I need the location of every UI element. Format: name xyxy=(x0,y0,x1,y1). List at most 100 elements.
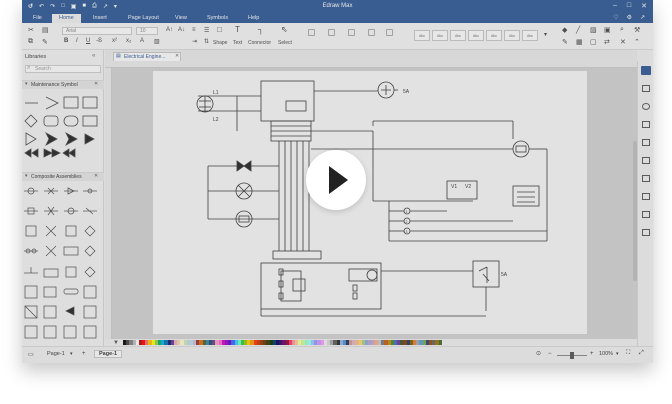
arrange-icon[interactable]: ▦ xyxy=(576,38,583,46)
canvas-area[interactable]: L1 L2 5A 5A V1 V2 1 2 3 xyxy=(105,61,637,339)
indent-icon[interactable]: ⇥ xyxy=(192,38,197,45)
section-collapse-icon[interactable]: ▾ xyxy=(25,173,28,179)
vertical-scrollbar[interactable] xyxy=(633,141,637,281)
format-painter-icon[interactable]: ✎ xyxy=(42,38,48,46)
section-collapse-icon[interactable]: ▾ xyxy=(25,81,28,87)
document-tab[interactable]: Electrical Engine... xyxy=(113,52,181,61)
highlight-icon[interactable]: ▧ xyxy=(154,38,160,45)
tab-file[interactable]: File xyxy=(26,14,49,23)
section-close-icon[interactable]: ✕ xyxy=(94,173,98,179)
history-icon[interactable] xyxy=(642,211,650,218)
style-preset-2[interactable]: Abc xyxy=(432,30,448,41)
outline-icon[interactable] xyxy=(642,193,650,200)
tab-view[interactable]: View xyxy=(168,14,194,23)
font-size-select[interactable]: 10 xyxy=(136,27,158,35)
chart-icon[interactable] xyxy=(642,157,650,164)
drawing-page[interactable]: L1 L2 5A 5A V1 V2 1 2 3 xyxy=(153,71,587,334)
lock-icon[interactable]: ▣ xyxy=(604,26,611,34)
close-icon[interactable]: ✕ xyxy=(641,2,647,10)
decrease-font-icon[interactable]: A↓ xyxy=(178,27,185,33)
select-tool-label[interactable]: Select xyxy=(278,40,292,46)
collapse-ribbon-icon[interactable]: ⌃ xyxy=(634,38,640,46)
font-color-icon[interactable]: A xyxy=(140,38,144,44)
list-icon[interactable]: ☰ xyxy=(204,27,209,34)
section-maintenance-symbol[interactable]: Maintenance Symbol xyxy=(22,80,104,89)
electrical-diagram[interactable]: L1 L2 5A 5A V1 V2 1 2 3 xyxy=(153,71,587,334)
superscript-icon[interactable]: x² xyxy=(112,38,117,44)
subscript-icon[interactable]: x₂ xyxy=(126,38,131,44)
italic-icon[interactable]: I xyxy=(76,38,78,44)
tab-symbols[interactable]: Symbols xyxy=(200,14,235,23)
tab-insert[interactable]: Insert xyxy=(86,14,114,23)
page-selector[interactable]: Page-1 xyxy=(47,351,65,357)
fullscreen-icon[interactable]: ⛶ xyxy=(626,350,630,357)
copy-icon[interactable]: ⧉ xyxy=(28,38,33,46)
minimize-icon[interactable]: – xyxy=(613,2,617,10)
align-icon[interactable]: ≡ xyxy=(192,27,196,33)
position-icon[interactable] xyxy=(308,29,315,36)
zoom-out-icon[interactable]: − xyxy=(548,351,552,357)
crossing-icon[interactable]: ✕ xyxy=(620,38,626,46)
replace-icon[interactable]: ⇄ xyxy=(604,38,610,46)
page-view-icon[interactable]: ▭ xyxy=(28,351,34,358)
style-preset-3[interactable]: Abc xyxy=(450,30,466,41)
fill-icon[interactable]: ◆ xyxy=(562,26,567,34)
increase-font-icon[interactable]: A↑ xyxy=(166,27,173,33)
expand-icon[interactable] xyxy=(642,229,650,236)
share-icon[interactable]: ↗ xyxy=(640,14,645,21)
fit-width-icon[interactable]: ⤢ xyxy=(639,350,644,357)
section-close-icon[interactable]: ✕ xyxy=(94,81,98,87)
format-panel-icon[interactable] xyxy=(641,66,651,75)
underline-icon[interactable]: U xyxy=(86,38,90,44)
maximize-icon[interactable]: □ xyxy=(627,2,631,10)
find-icon[interactable]: ⌕ xyxy=(620,26,624,34)
zoom-level[interactable]: 100% xyxy=(599,351,613,357)
shadow-icon[interactable]: ▨ xyxy=(590,26,597,34)
zoom-dropdown-icon[interactable]: ▾ xyxy=(616,351,619,357)
play-button[interactable] xyxy=(306,150,366,210)
page-panel-icon[interactable] xyxy=(642,85,650,92)
text-direction-icon[interactable]: ⇅ xyxy=(204,38,209,45)
line-icon[interactable]: ╱ xyxy=(576,26,580,34)
align-objects-icon[interactable] xyxy=(348,29,355,36)
text-tool-icon[interactable]: T xyxy=(235,25,240,34)
close-tab-icon[interactable]: ✕ xyxy=(175,53,179,59)
fill-bucket-icon[interactable]: ▼ xyxy=(113,340,119,346)
strikethrough-icon[interactable]: ̶S xyxy=(98,38,102,44)
zoom-slider-thumb[interactable] xyxy=(570,352,574,359)
group-icon[interactable] xyxy=(328,29,335,36)
composite-shapes-grid[interactable] xyxy=(22,183,104,343)
style-preset-6[interactable]: Abc xyxy=(504,30,520,41)
pen-icon[interactable]: ✎ xyxy=(562,38,568,46)
collapse-panel-icon[interactable]: « xyxy=(92,53,95,59)
library-search-input[interactable]: Search xyxy=(25,65,101,73)
style-preset-4[interactable]: Abc xyxy=(468,30,484,41)
tab-page-layout[interactable]: Page Layout xyxy=(121,14,166,23)
select-tool-icon[interactable]: ⇖ xyxy=(281,25,288,34)
page-dropdown-icon[interactable]: ▾ xyxy=(70,351,73,357)
style-preset-7[interactable]: Abc xyxy=(522,30,538,41)
connector-tool-icon[interactable]: ┐ xyxy=(258,25,264,34)
image-icon[interactable] xyxy=(642,139,650,146)
text-tool-label[interactable]: Text xyxy=(233,40,242,46)
zoom-in-icon[interactable]: + xyxy=(590,351,594,357)
tab-help[interactable]: Help xyxy=(241,14,266,23)
cut-icon[interactable]: ✂ xyxy=(28,26,34,34)
rotate-icon[interactable] xyxy=(368,29,375,36)
ungroup-icon[interactable]: ▢ xyxy=(590,38,597,46)
color-swatch[interactable] xyxy=(438,340,442,345)
size-icon[interactable] xyxy=(386,29,393,36)
connector-tool-label[interactable]: Connector xyxy=(248,40,271,46)
theme-icon[interactable] xyxy=(642,103,650,110)
settings-icon[interactable]: ⚙ xyxy=(627,14,632,21)
font-family-select[interactable]: Arial xyxy=(62,27,132,35)
section-composite-assemblies[interactable]: Composite Assemblies xyxy=(22,172,104,181)
add-page-icon[interactable]: + xyxy=(82,351,86,357)
table-icon[interactable] xyxy=(642,175,650,182)
tab-home[interactable]: Home xyxy=(52,14,81,23)
tools-icon[interactable]: ⚒ xyxy=(634,26,640,34)
layers-icon[interactable] xyxy=(642,121,650,128)
style-more-icon[interactable]: ▾ xyxy=(544,31,547,38)
bold-icon[interactable]: B xyxy=(64,38,68,44)
fit-page-icon[interactable]: ⊙ xyxy=(536,350,541,357)
